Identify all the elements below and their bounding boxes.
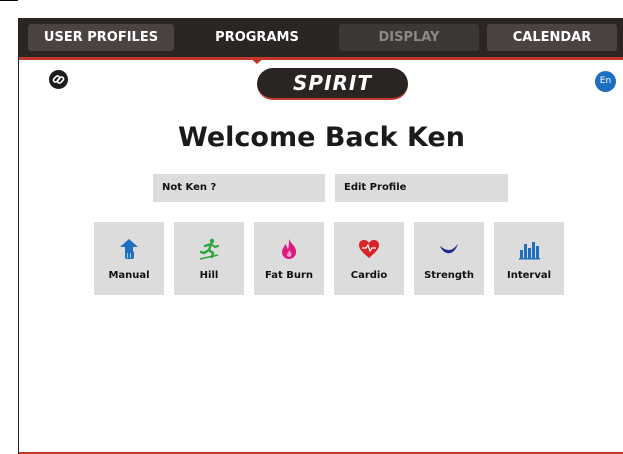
program-label: Manual (108, 270, 150, 281)
not-user-button[interactable]: Not Ken ? (153, 174, 325, 202)
program-strength-button[interactable]: Strength (414, 222, 484, 295)
program-interval-button[interactable]: Interval (494, 222, 564, 295)
language-button[interactable]: En (595, 71, 616, 92)
flame-icon (282, 239, 297, 259)
heart-icon (359, 240, 379, 258)
spirit-logo: SPIRIT (257, 68, 408, 100)
interval-bars-icon (519, 242, 540, 260)
program-label: Interval (506, 270, 552, 281)
tab-user-profiles[interactable]: USER PROFILES (28, 24, 174, 51)
program-label: Cardio (350, 270, 388, 281)
program-hill-button[interactable]: Hill (174, 222, 244, 295)
page-corner-line (0, 0, 18, 1)
link-icon (52, 75, 65, 84)
top-navigation-bar: USER PROFILES PROGRAMS DISPLAY CALENDAR (19, 18, 623, 64)
tab-display[interactable]: DISPLAY (339, 24, 479, 51)
program-cardio-button[interactable]: Cardio (334, 222, 404, 295)
strength-icon (440, 244, 458, 254)
link-button[interactable] (49, 70, 68, 89)
manual-icon (120, 239, 138, 259)
program-fat-burn-button[interactable]: Fat Burn (254, 222, 324, 295)
edit-profile-button[interactable]: Edit Profile (335, 174, 508, 202)
program-label: Fat Burn (264, 270, 314, 281)
app-window: USER PROFILES PROGRAMS DISPLAY CALENDAR … (18, 18, 623, 454)
program-label: Strength (424, 270, 474, 281)
welcome-heading: Welcome Back Ken (178, 122, 465, 153)
tab-programs[interactable]: PROGRAMS (184, 24, 330, 64)
program-label: Hill (199, 270, 219, 281)
tab-calendar[interactable]: CALENDAR (487, 24, 617, 51)
hill-runner-icon (199, 238, 219, 260)
program-manual-button[interactable]: Manual (94, 222, 164, 295)
